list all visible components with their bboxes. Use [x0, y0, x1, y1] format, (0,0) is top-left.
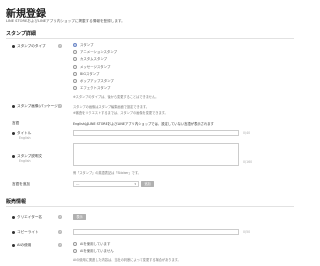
help-icon[interactable]: ?	[58, 44, 62, 48]
language-label: 言語	[12, 121, 20, 125]
ai-usage-note: AIの使用に関連した内容は、当社の判断によって変更する場合があります。	[73, 258, 181, 262]
help-icon[interactable]: ?	[58, 230, 62, 234]
radio-option[interactable]: メッセージスタンプ	[73, 64, 111, 70]
radio-button[interactable]	[73, 50, 77, 55]
chevron-down-icon: ▾	[134, 182, 136, 186]
required-dot-icon	[12, 215, 15, 219]
section-heading-sales-info: 販売情報	[6, 199, 27, 205]
radio-option[interactable]: AIを使用していません	[73, 249, 114, 254]
radio-button[interactable]	[73, 64, 77, 69]
required-dot-icon	[12, 131, 15, 135]
radio-option-label: カスタムスタンプ	[80, 57, 108, 62]
package-note-1: スタンプの画像はスタンプ編集画面で設定できます。	[73, 105, 149, 109]
title-input[interactable]	[73, 130, 239, 136]
language-note: EnglishはLINE STOREおよびLINEアプリ内ショップでは、設定して…	[73, 122, 214, 126]
radio-option-label: エフェクトスタンプ	[80, 86, 111, 91]
radio-option[interactable]: カスタムスタンプ	[73, 57, 107, 62]
radio-option-label: スタンプ	[80, 43, 94, 47]
radio-option[interactable]: エフェクトスタンプ	[73, 86, 110, 91]
title-char-counter: 0/40	[243, 131, 251, 135]
sticker-type-label: スタンプのタイプ	[12, 44, 46, 49]
add-language-label: 言語を追加	[12, 182, 30, 186]
radio-option[interactable]: BIGスタンプ	[73, 71, 100, 77]
sticker-type-note: ※スタンプのタイプは、後から変更することはできません。	[73, 95, 159, 99]
section-divider	[6, 206, 294, 207]
section-divider	[6, 38, 294, 39]
radio-option[interactable]: アニメーションスタンプ	[73, 50, 117, 55]
add-language-select[interactable]: --- ▾	[73, 181, 139, 187]
bullet-icon	[12, 104, 15, 108]
copyright-input[interactable]	[73, 229, 239, 235]
title-language-sublabel: English	[19, 136, 31, 140]
required-dot-icon	[12, 44, 15, 48]
package-note-2: ※審査をリクエストするまでは、スタンプの画像を変更できます。	[73, 111, 168, 115]
required-dot-icon	[12, 230, 15, 234]
description-textarea[interactable]	[73, 143, 239, 166]
creator-display-button[interactable]: 表示	[73, 214, 86, 220]
radio-option[interactable]: AIを使用しています	[73, 242, 110, 247]
ai-usage-label: AIの使用	[12, 243, 31, 248]
radio-button[interactable]	[73, 43, 77, 47]
help-icon[interactable]: ?	[58, 215, 62, 219]
help-icon[interactable]: ?	[58, 243, 62, 247]
radio-option-label: アニメーションスタンプ	[80, 50, 117, 55]
section-heading-sticker-details: スタンプ詳細	[6, 31, 36, 37]
radio-button[interactable]	[73, 71, 77, 76]
radio-option[interactable]: ポップアップスタンプ	[73, 79, 114, 84]
radio-option-label: メッセージスタンプ	[80, 64, 111, 69]
creator-name-label: クリエイター名	[12, 215, 42, 220]
page-title: 新規登録	[6, 9, 46, 20]
radio-option-label: AIを使用しています	[80, 242, 111, 246]
description-note: 例「スタンプ」の英語表記は「Sticker」です。	[73, 171, 141, 175]
required-dot-icon	[12, 154, 15, 158]
package-image-label: スタンプ画像(パッケージ)	[12, 104, 59, 109]
add-language-button[interactable]: 追加	[141, 181, 154, 187]
description-language-sublabel: English	[19, 159, 31, 163]
radio-option-label: ポップアップスタンプ	[80, 79, 114, 83]
radio-button[interactable]	[73, 79, 77, 83]
radio-button[interactable]	[73, 57, 77, 62]
radio-option-label: BIGスタンプ	[80, 71, 100, 76]
radio-button[interactable]	[73, 86, 77, 91]
page-subtitle: LINE STOREおよびLINEアプリ内ショップに掲載する情報を登録します。	[6, 19, 125, 23]
required-dot-icon	[12, 243, 15, 247]
description-char-counter: 0/160	[243, 160, 253, 164]
radio-button[interactable]	[73, 242, 77, 246]
copyright-char-counter: 0/50	[243, 230, 251, 234]
radio-option-label: AIを使用していません	[80, 249, 114, 253]
radio-button[interactable]	[73, 249, 77, 253]
copyright-label: コピーライト	[12, 230, 39, 235]
radio-option[interactable]: スタンプ	[73, 43, 93, 48]
help-icon[interactable]: ?	[58, 104, 62, 108]
